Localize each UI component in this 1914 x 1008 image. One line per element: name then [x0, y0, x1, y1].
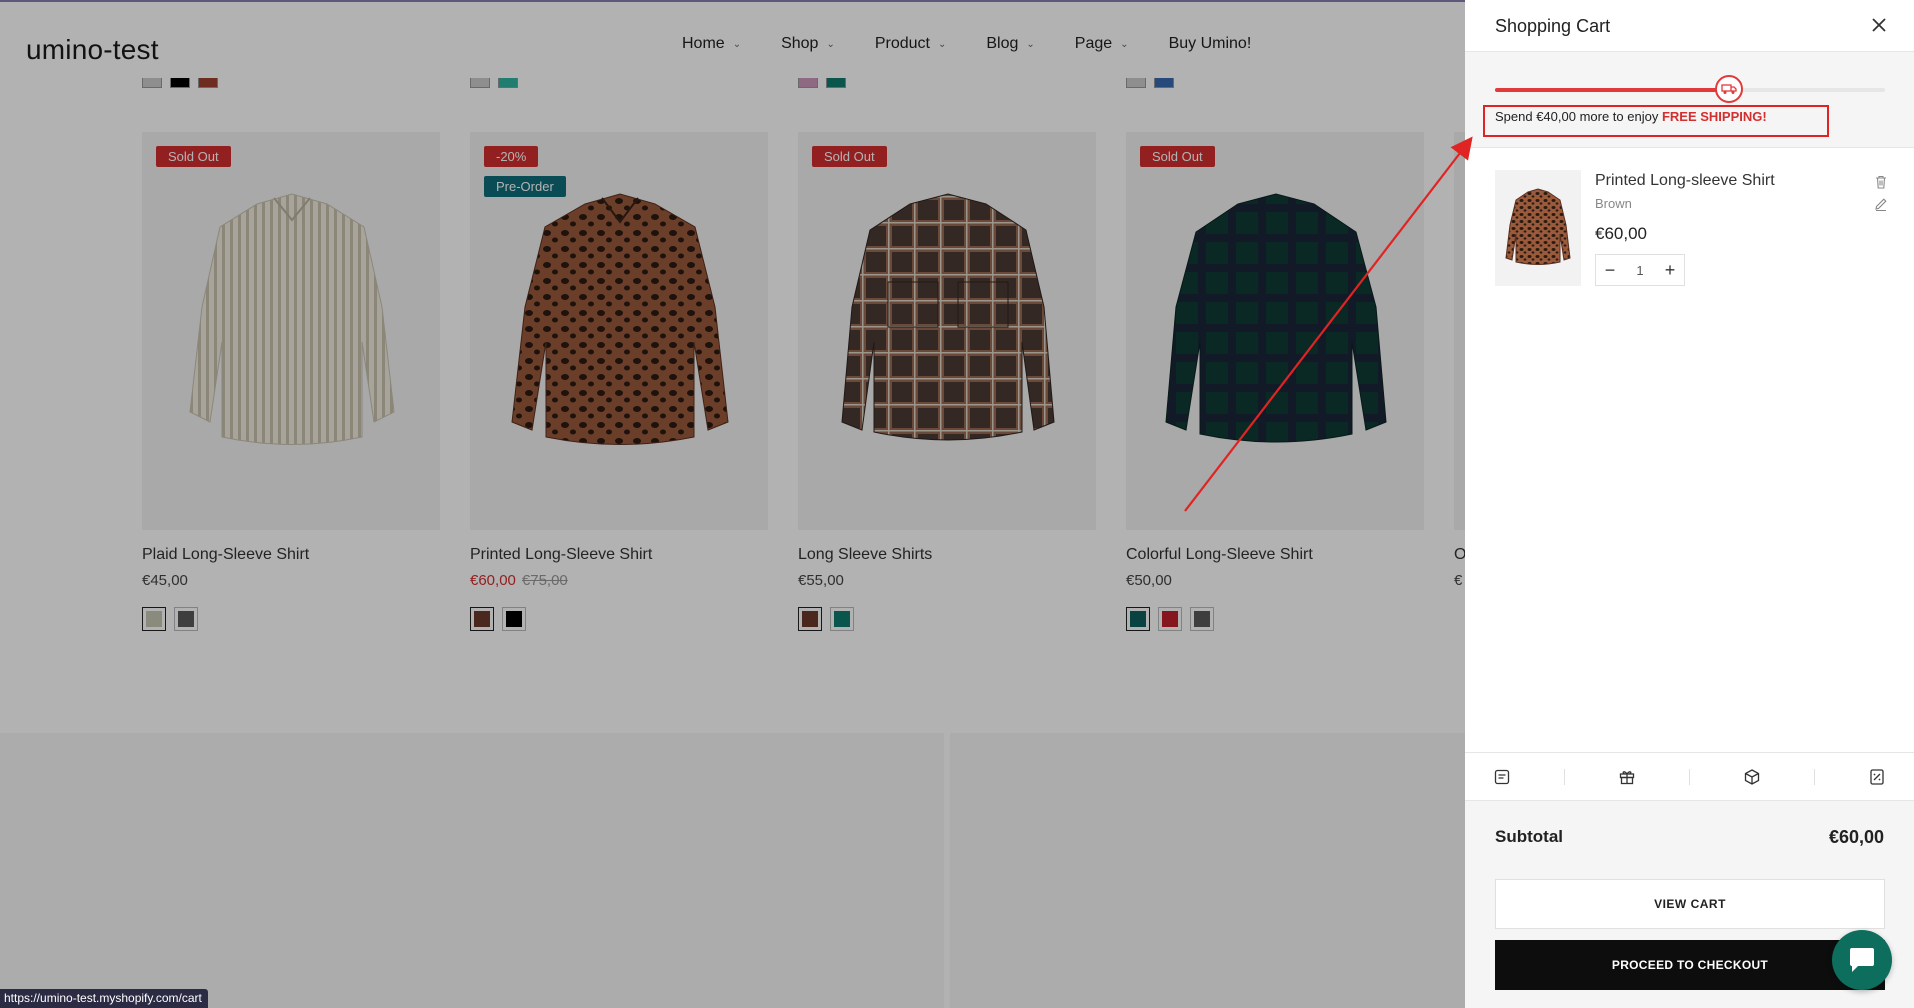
divider	[1814, 768, 1815, 785]
chat-button[interactable]	[1832, 930, 1892, 990]
note-icon	[1494, 769, 1510, 784]
coupon-icon	[1870, 768, 1884, 785]
cart-item-variant: Brown	[1595, 196, 1632, 211]
box-icon	[1744, 768, 1760, 785]
cart-title: Shopping Cart	[1495, 16, 1611, 36]
edit-item-button[interactable]	[1873, 196, 1889, 212]
shipping-progress-track	[1495, 75, 1885, 103]
close-icon	[1872, 18, 1886, 32]
decrease-quantity-button[interactable]: −	[1596, 255, 1624, 285]
subtotal-label: Subtotal	[1495, 827, 1563, 846]
cart-item-price: €60,00	[1595, 224, 1647, 243]
trash-icon	[1876, 175, 1886, 189]
order-note-button[interactable]	[1490, 765, 1514, 789]
gift-wrap-button[interactable]	[1615, 765, 1639, 789]
truck-icon	[1715, 75, 1743, 103]
shipping-estimate-button[interactable]	[1740, 765, 1764, 789]
free-shipping-bar: Spend €40,00 more to enjoy FREE SHIPPING…	[1465, 52, 1914, 148]
remove-item-button[interactable]	[1873, 174, 1889, 190]
cart-tools-bar	[1465, 752, 1914, 800]
view-cart-button[interactable]: VIEW CART	[1495, 879, 1885, 929]
divider	[1689, 768, 1690, 785]
cart-drawer: Shopping Cart Spend €40,00 more to enjoy…	[1465, 0, 1914, 1008]
close-cart-button[interactable]	[1868, 14, 1890, 36]
gift-icon	[1619, 770, 1635, 784]
quantity-value[interactable]: 1	[1636, 263, 1643, 278]
status-bar-url: https://umino-test.myshopify.com/cart	[0, 989, 208, 1008]
checkout-button[interactable]: PROCEED TO CHECKOUT	[1495, 940, 1885, 990]
divider	[1564, 768, 1565, 785]
increase-quantity-button[interactable]: +	[1656, 255, 1684, 285]
cart-item-name[interactable]: Printed Long-sleeve Shirt	[1595, 172, 1775, 190]
cart-item-thumbnail[interactable]	[1495, 170, 1581, 286]
annotation-highlight-box	[1483, 105, 1829, 137]
shipping-progress-fill	[1495, 88, 1729, 92]
chat-bubble-icon	[1850, 948, 1874, 972]
pencil-icon	[1875, 198, 1887, 212]
subtotal-value: €60,00	[1828, 827, 1884, 847]
discount-code-button[interactable]	[1865, 765, 1889, 789]
leopard-shirt-thumbnail	[1505, 188, 1571, 265]
cart-header: Shopping Cart	[1465, 0, 1914, 52]
cart-line-item: Printed Long-sleeve Shirt Brown €60,00 −…	[1495, 170, 1889, 286]
quantity-stepper: − 1 +	[1595, 254, 1685, 286]
